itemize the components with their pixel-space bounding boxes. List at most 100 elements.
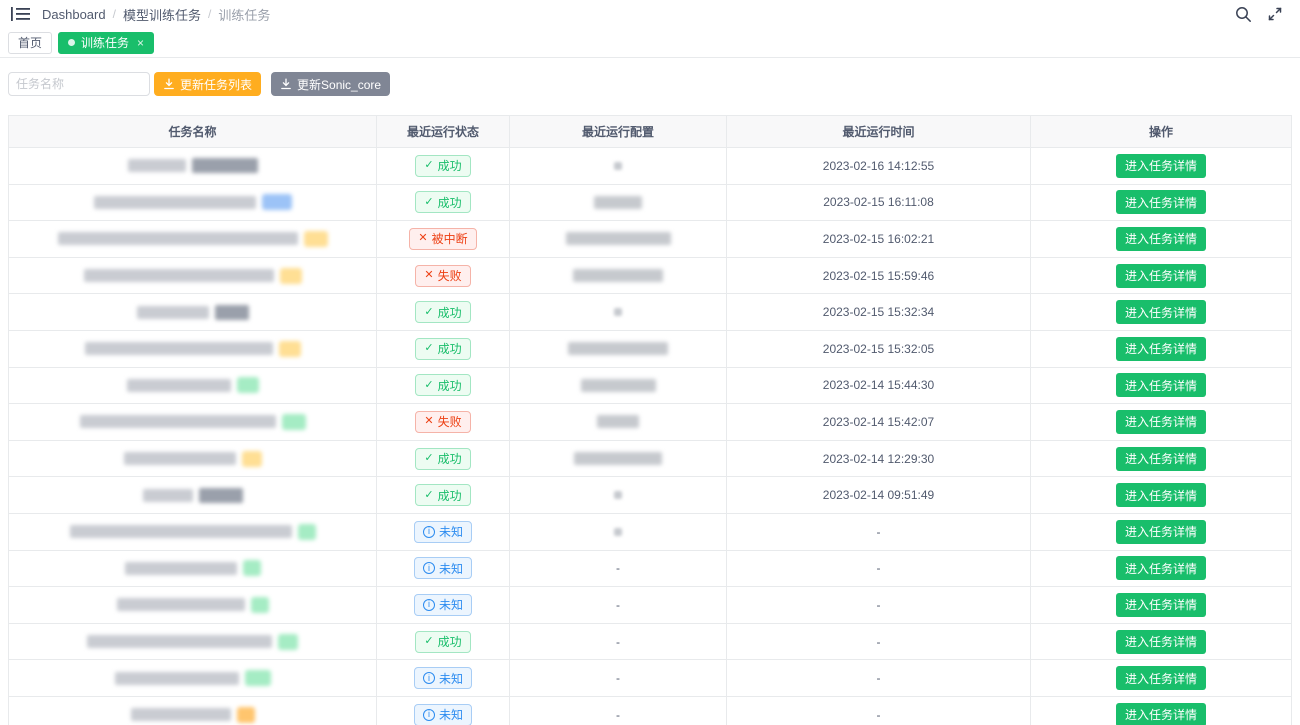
search-button[interactable] (1230, 3, 1256, 25)
config-cell: - (510, 587, 727, 623)
status-cell: i未知 (377, 551, 510, 587)
enter-task-detail-button[interactable]: 进入任务详情 (1116, 373, 1206, 397)
task-tag-green (278, 634, 298, 650)
task-tag-yellow (279, 341, 301, 357)
table-row: ✓成功 2023-02-14 15:44:30 进入任务详情 (9, 368, 1291, 405)
status-cell: ✓成功 (377, 477, 510, 513)
task-name-redacted (87, 635, 272, 648)
tab-close-icon[interactable]: × (137, 37, 144, 49)
active-tab-dot-icon (68, 39, 75, 46)
task-name-redacted (70, 525, 292, 538)
enter-task-detail-button[interactable]: 进入任务详情 (1116, 410, 1206, 434)
status-badge-interrupted: ✕被中断 (409, 228, 476, 250)
enter-task-detail-button[interactable]: 进入任务详情 (1116, 556, 1206, 580)
task-name-input[interactable] (8, 72, 150, 96)
table-row: ✓成功2023-02-14 09:51:49进入任务详情 (9, 477, 1291, 514)
breadcrumb-model-training[interactable]: 模型训练任务 (123, 5, 201, 24)
header-last-run-config: 最近运行配置 (510, 116, 727, 147)
action-cell: 进入任务详情 (1031, 404, 1291, 440)
tab-training-tasks[interactable]: 训练任务 × (58, 32, 154, 54)
status-badge-success: ✓成功 (415, 191, 470, 213)
download-icon (280, 78, 292, 90)
config-redacted (614, 308, 622, 316)
config-cell (510, 221, 727, 257)
breadcrumb-dashboard[interactable]: Dashboard (42, 7, 106, 22)
status-badge-failed: ✕失败 (415, 265, 470, 287)
task-tag-green (282, 414, 306, 430)
task-name-redacted (128, 159, 186, 172)
status-badge-success: ✓成功 (415, 374, 470, 396)
last-run-time: - (727, 660, 1031, 696)
status-label: 未知 (439, 706, 463, 723)
status-label: 成功 (438, 194, 462, 211)
task-name-redacted (131, 708, 231, 721)
enter-task-detail-button[interactable]: 进入任务详情 (1116, 593, 1206, 617)
enter-task-detail-button[interactable]: 进入任务详情 (1116, 703, 1206, 725)
task-name-cell (9, 514, 377, 550)
enter-task-detail-button[interactable]: 进入任务详情 (1116, 154, 1206, 178)
config-cell: - (510, 697, 727, 725)
enter-task-detail-button[interactable]: 进入任务详情 (1116, 630, 1206, 654)
collapse-menu-icon (11, 6, 30, 22)
config-cell (510, 477, 727, 513)
task-tag-green (298, 524, 316, 540)
enter-task-detail-button[interactable]: 进入任务详情 (1116, 483, 1206, 507)
enter-task-detail-button[interactable]: 进入任务详情 (1116, 337, 1206, 361)
task-tag-green (243, 560, 261, 576)
enter-task-detail-button[interactable]: 进入任务详情 (1116, 300, 1206, 324)
status-badge-success: ✓成功 (415, 484, 470, 506)
fullscreen-button[interactable] (1262, 3, 1288, 25)
search-icon (1235, 6, 1252, 23)
status-badge-success: ✓成功 (415, 338, 470, 360)
status-label: 成功 (438, 304, 462, 321)
task-name-redacted (80, 415, 276, 428)
info-icon: i (423, 709, 435, 721)
last-run-time: 2023-02-15 16:11:08 (727, 185, 1031, 221)
info-icon: i (423, 562, 435, 574)
table-row: ✓成功2023-02-16 14:12:55进入任务详情 (9, 148, 1291, 185)
collapse-menu-button[interactable] (8, 3, 32, 25)
task-name-redacted (124, 452, 236, 465)
task-name-redacted (85, 342, 273, 355)
enter-task-detail-button[interactable]: 进入任务详情 (1116, 264, 1206, 288)
table-row: ✕失败2023-02-14 15:42:07进入任务详情 (9, 404, 1291, 441)
task-name-cell (9, 624, 377, 660)
task-tag-yellow (280, 268, 302, 284)
table-row: ✕失败2023-02-15 15:59:46进入任务详情 (9, 258, 1291, 295)
header-last-run-time: 最近运行时间 (727, 116, 1031, 147)
task-tag-yellow (242, 451, 262, 467)
table-row: i未知--进入任务详情 (9, 587, 1291, 624)
toolbar: 更新任务列表 更新Sonic_core (8, 72, 1292, 96)
last-run-time: - (727, 624, 1031, 660)
update-sonic-core-button[interactable]: 更新Sonic_core (271, 72, 390, 96)
task-name-cell (9, 148, 377, 184)
status-cell: ✓成功 (377, 331, 510, 367)
status-cell: ✓成功 (377, 624, 510, 660)
breadcrumb-separator: / (113, 7, 116, 21)
enter-task-detail-button[interactable]: 进入任务详情 (1116, 666, 1206, 690)
breadcrumb-current: 训练任务 (218, 5, 270, 24)
config-empty-value: - (616, 561, 620, 575)
status-badge-unknown: i未知 (414, 667, 472, 689)
tasks-table: 任务名称 最近运行状态 最近运行配置 最近运行时间 操作 ✓成功2023-02-… (8, 115, 1292, 725)
update-task-list-button[interactable]: 更新任务列表 (154, 72, 261, 96)
table-row: ✕被中断 2023-02-15 16:02:21 进入任务详情 (9, 221, 1291, 258)
config-redacted (614, 162, 622, 170)
update-task-list-label: 更新任务列表 (180, 76, 252, 93)
enter-task-detail-button[interactable]: 进入任务详情 (1116, 520, 1206, 544)
download-icon (163, 78, 175, 90)
config-redacted (574, 452, 662, 465)
header-actions: 操作 (1031, 116, 1291, 147)
enter-task-detail-button[interactable]: 进入任务详情 (1116, 190, 1206, 214)
status-cell: i未知 (377, 587, 510, 623)
last-run-time: 2023-02-15 15:32:05 (727, 331, 1031, 367)
header-last-run-status: 最近运行状态 (377, 116, 510, 147)
last-run-time: 2023-02-14 15:44:30 (727, 368, 1031, 404)
enter-task-detail-button[interactable]: 进入任务详情 (1116, 447, 1206, 471)
status-cell: i未知 (377, 660, 510, 696)
enter-task-detail-button[interactable]: 进入任务详情 (1116, 227, 1206, 251)
action-cell: 进入任务详情 (1031, 660, 1291, 696)
last-run-time: 2023-02-15 16:02:21 (727, 221, 1031, 257)
status-badge-unknown: i 未知 (414, 704, 472, 725)
tab-home[interactable]: 首页 (8, 32, 52, 54)
